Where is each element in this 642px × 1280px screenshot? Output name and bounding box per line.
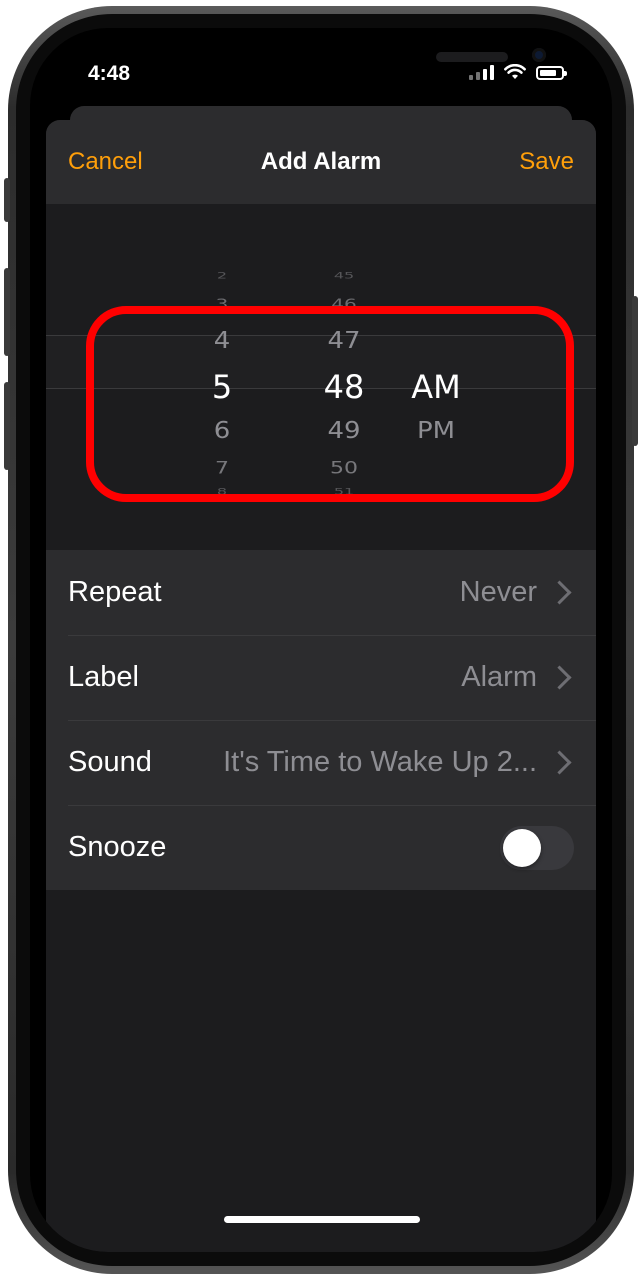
hour-option[interactable]: 8 [192, 486, 252, 496]
hour-option[interactable]: 4 [192, 328, 252, 354]
hour-option-selected[interactable]: 5 [192, 368, 252, 406]
cellular-signal-icon [469, 64, 494, 80]
minute-option[interactable]: 47 [304, 328, 384, 354]
sound-value: It's Time to Wake Up 2... [223, 746, 537, 778]
period-option-selected[interactable]: AM [396, 368, 476, 406]
minute-option[interactable]: 51 [304, 486, 384, 496]
alarm-options-list: Repeat Never Label Alarm Sound It's Time… [46, 550, 596, 890]
status-time: 4:48 [88, 62, 131, 85]
speaker [436, 52, 508, 62]
side-button [632, 296, 638, 446]
snooze-row: Snooze [46, 805, 596, 890]
chevron-right-icon [547, 665, 572, 690]
label-value: Alarm [461, 661, 537, 693]
minute-option[interactable]: 46 [304, 296, 384, 313]
sound-label: Sound [68, 746, 152, 778]
volume-down-button [4, 382, 10, 470]
battery-icon [536, 66, 567, 80]
minute-option[interactable]: 50 [304, 459, 384, 478]
sound-row[interactable]: Sound It's Time to Wake Up 2... [46, 720, 596, 805]
snooze-label: Snooze [68, 831, 167, 863]
status-icons [469, 64, 567, 80]
chevron-right-icon [547, 750, 572, 775]
label-label: Label [68, 661, 139, 693]
page-title: Add Alarm [260, 148, 382, 175]
notch [180, 28, 546, 90]
chevron-right-icon [547, 580, 572, 605]
hour-option[interactable]: 7 [192, 459, 252, 478]
volume-up-button [4, 268, 10, 356]
minute-option-selected[interactable]: 48 [304, 368, 384, 406]
save-button[interactable]: Save [519, 148, 574, 176]
label-row[interactable]: Label Alarm [46, 635, 596, 720]
hour-wheel[interactable]: 2 3 4 5 6 7 8 [192, 204, 252, 522]
toggle-knob [503, 829, 541, 867]
hour-option[interactable]: 3 [192, 296, 252, 313]
minute-wheel[interactable]: 45 46 47 48 49 50 51 [304, 204, 384, 522]
period-wheel[interactable]: AM PM [396, 204, 476, 522]
add-alarm-sheet: Cancel Add Alarm Save 2 3 4 5 6 7 8 45 4… [46, 120, 596, 1252]
wifi-icon [504, 64, 526, 79]
minute-option[interactable]: 45 [304, 270, 384, 280]
repeat-label: Repeat [68, 576, 162, 608]
camera-icon [532, 48, 546, 62]
hour-option[interactable]: 2 [192, 270, 252, 280]
silent-switch [4, 178, 10, 222]
period-option[interactable]: PM [396, 418, 476, 444]
home-indicator[interactable] [224, 1216, 420, 1223]
minute-option[interactable]: 49 [304, 418, 384, 444]
nav-bar: Cancel Add Alarm Save [46, 120, 596, 204]
screen: 4:48 Cancel Add Alarm Save 2 3 4 5 6 7 8… [30, 28, 612, 1252]
hour-option[interactable]: 6 [192, 418, 252, 444]
repeat-row[interactable]: Repeat Never [46, 550, 596, 635]
repeat-value: Never [459, 576, 537, 608]
snooze-toggle[interactable] [500, 826, 574, 870]
time-picker[interactable]: 2 3 4 5 6 7 8 45 46 47 48 49 50 51 AM PM [46, 204, 596, 522]
